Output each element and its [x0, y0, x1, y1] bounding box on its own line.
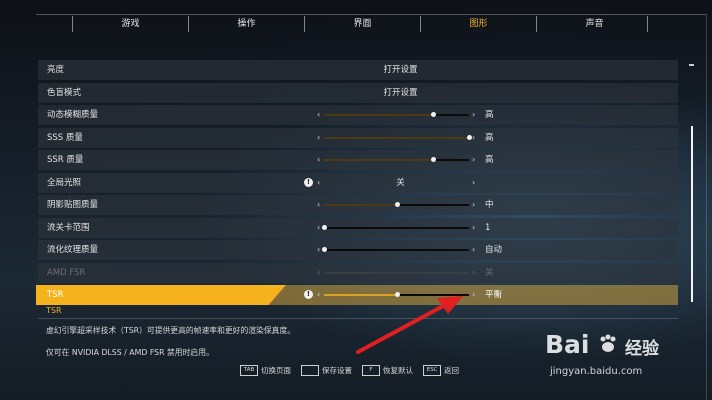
paw-icon — [600, 334, 616, 352]
watermark-url: jingyan.baidu.com — [550, 366, 643, 377]
watermark-brand-suffix: 经验 — [625, 339, 659, 359]
baidu-watermark: Bai 经验 jingyan.baidu.com — [545, 330, 705, 390]
watermark-brand: Bai — [545, 330, 590, 359]
